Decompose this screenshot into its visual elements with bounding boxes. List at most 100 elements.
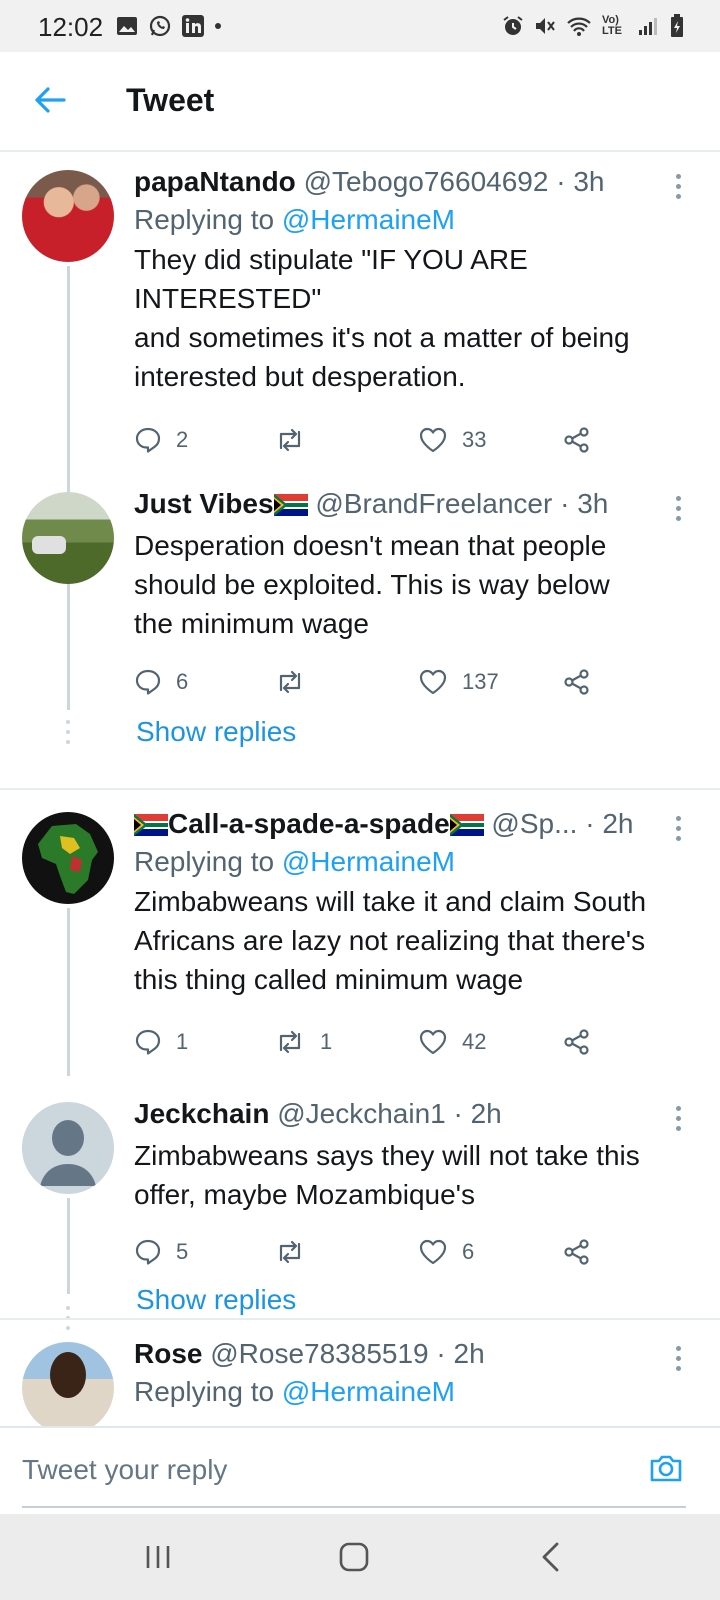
reply-count: 1 xyxy=(176,1029,189,1054)
retweet-icon xyxy=(279,428,301,452)
tweet-actions: 6 137 xyxy=(134,662,614,702)
share-button[interactable] xyxy=(562,420,592,460)
author-handle: @Sp... xyxy=(491,808,578,839)
south-africa-flag-icon xyxy=(273,494,308,516)
retweet-button[interactable] xyxy=(274,420,320,460)
like-button[interactable]: 42 xyxy=(418,1022,486,1062)
replying-to: Replying to @HermaineM xyxy=(134,1376,456,1407)
like-button[interactable]: 6 xyxy=(418,1232,474,1272)
mention-link[interactable]: @HermaineM xyxy=(282,204,455,235)
heart-icon xyxy=(419,1239,447,1265)
author-handle: @BrandFreelancer xyxy=(315,488,553,519)
network-type-label: Vo) LTE xyxy=(602,14,622,37)
battery-icon xyxy=(671,14,683,37)
retweet-icon xyxy=(279,1240,301,1264)
like-button[interactable]: 137 xyxy=(418,662,499,702)
back-icon[interactable] xyxy=(532,1540,572,1574)
like-button[interactable]: 33 xyxy=(418,420,486,460)
share-button[interactable] xyxy=(562,1232,592,1272)
replying-to: Replying to @HermaineM xyxy=(134,846,456,877)
tweet-actions: 2 33 xyxy=(134,420,614,460)
signal-icon xyxy=(639,18,657,35)
show-replies-link[interactable]: Show replies xyxy=(136,716,296,748)
share-button[interactable] xyxy=(562,662,592,702)
author-name[interactable]: Rose xyxy=(134,1338,202,1369)
back-arrow-icon[interactable] xyxy=(32,82,68,118)
avatar[interactable] xyxy=(22,1102,114,1194)
show-replies-link[interactable]: Show replies xyxy=(136,1284,296,1316)
south-africa-flag-icon xyxy=(134,814,168,836)
retweet-icon xyxy=(279,1030,301,1054)
alarm-icon xyxy=(503,16,523,35)
share-icon xyxy=(564,427,589,453)
author-name[interactable]: Jeckchain xyxy=(134,1098,269,1129)
tweet-text: Desperation doesn't mean that people sho… xyxy=(134,530,610,639)
mention-link[interactable]: @HermaineM xyxy=(282,846,455,877)
mention-link[interactable]: @HermaineM xyxy=(282,1376,455,1407)
thread-line xyxy=(67,1198,70,1294)
reply-icon xyxy=(135,1239,161,1265)
tweet-text: Zimbabweans will take it and claim South… xyxy=(134,886,647,995)
retweet-button[interactable] xyxy=(274,662,320,702)
retweet-button[interactable] xyxy=(274,1232,320,1272)
reply-button[interactable]: 2 xyxy=(134,420,188,460)
reply-button[interactable]: 1 xyxy=(134,1022,188,1062)
notification-dot-icon xyxy=(215,23,221,29)
share-button[interactable] xyxy=(562,1022,592,1062)
like-count: 137 xyxy=(462,669,499,694)
tweet-time: · 3h xyxy=(556,166,605,197)
africa-map-image xyxy=(38,824,98,894)
reply-button[interactable]: 5 xyxy=(134,1232,188,1272)
thread-dots xyxy=(66,1306,70,1336)
reply-thread: papaNtando @Tebogo76604692 · 3h Replying… xyxy=(0,152,720,1426)
page-title: Tweet xyxy=(126,82,215,118)
heart-icon xyxy=(419,1029,447,1055)
reply-count: 6 xyxy=(176,669,189,694)
avatar[interactable] xyxy=(22,170,114,262)
system-nav-bar xyxy=(0,1514,720,1600)
status-bar: 12:02 Vo) LTE xyxy=(0,0,720,52)
reply-icon xyxy=(135,427,161,453)
share-icon xyxy=(564,1239,589,1265)
reply-input[interactable]: Tweet your reply xyxy=(22,1454,227,1486)
reply-count: 2 xyxy=(176,427,189,452)
reply-input-underline xyxy=(22,1506,686,1508)
thread-divider xyxy=(0,788,720,790)
tweet-time: · 2h xyxy=(585,808,634,839)
status-time: 12:02 xyxy=(38,12,104,42)
default-avatar-icon xyxy=(40,1120,96,1186)
tweet-time: · 2h xyxy=(453,1098,502,1129)
avatar[interactable] xyxy=(22,492,114,584)
whatsapp-icon xyxy=(149,15,171,37)
mute-icon xyxy=(536,18,555,34)
south-africa-flag-icon xyxy=(449,814,484,836)
recent-apps-icon[interactable] xyxy=(138,1540,178,1574)
author-name[interactable]: papaNtando xyxy=(134,166,296,197)
wifi-icon xyxy=(567,17,591,36)
thread-divider xyxy=(0,1318,720,1320)
author-name[interactable]: Just Vibes xyxy=(134,488,274,519)
avatar[interactable] xyxy=(22,1342,114,1426)
home-icon[interactable] xyxy=(334,1540,374,1574)
share-icon xyxy=(564,1029,589,1055)
tweet-text: They did stipulate "IF YOU ARE INTERESTE… xyxy=(134,244,630,392)
author-handle: @Tebogo76604692 xyxy=(303,166,549,197)
thread-line xyxy=(67,588,70,710)
retweet-button[interactable]: 1 xyxy=(274,1022,332,1062)
tweet-time: · 2h xyxy=(436,1338,485,1369)
reply-composer: Tweet your reply xyxy=(0,1426,720,1516)
author-name[interactable]: Call-a-spade-a-spade xyxy=(168,808,450,839)
thread-dots xyxy=(66,720,70,750)
camera-icon[interactable] xyxy=(648,1450,684,1486)
gallery-icon xyxy=(117,17,137,35)
retweet-icon xyxy=(279,670,301,694)
author-handle: @Jeckchain1 xyxy=(277,1098,446,1129)
reply-button[interactable]: 6 xyxy=(134,662,188,702)
linkedin-icon xyxy=(182,15,204,37)
share-icon xyxy=(564,669,589,695)
reply-icon xyxy=(135,669,161,695)
tweet-actions: 1 1 42 xyxy=(134,1022,614,1062)
author-handle: @Rose78385519 xyxy=(210,1338,429,1369)
reply-count: 5 xyxy=(176,1239,189,1264)
avatar[interactable] xyxy=(22,812,114,904)
